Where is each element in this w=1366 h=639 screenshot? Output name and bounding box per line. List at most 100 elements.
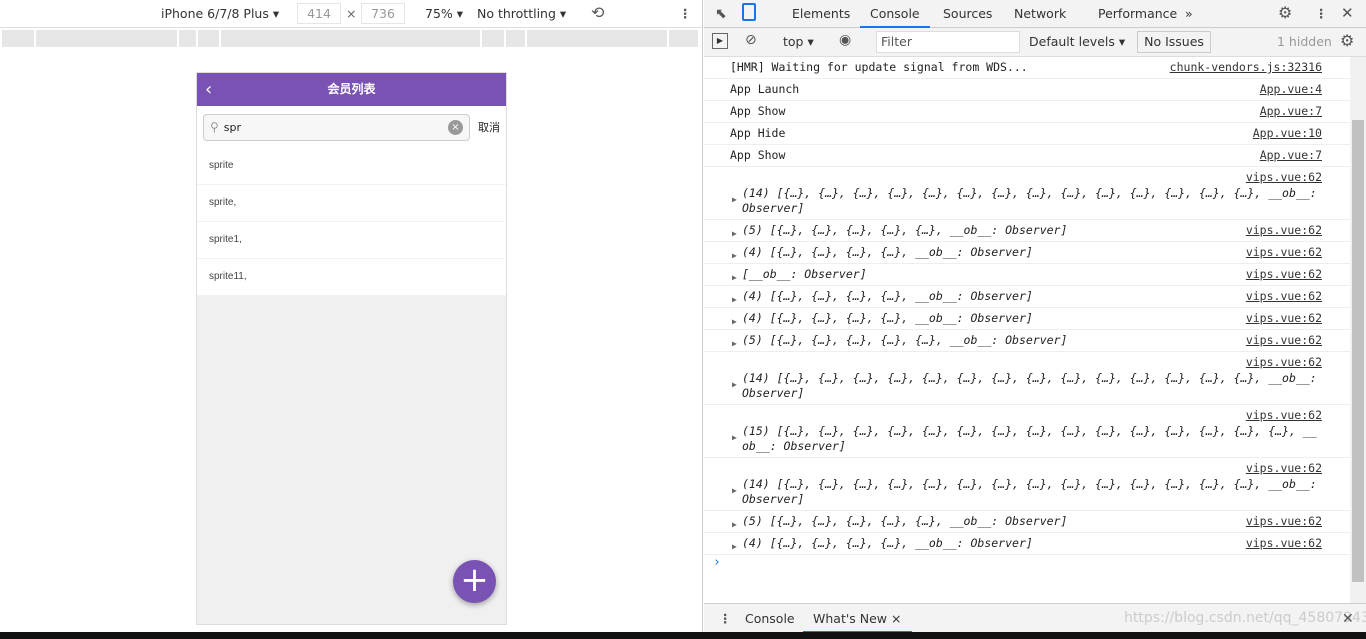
media-query-bar[interactable]: [2, 30, 698, 47]
console-message-text[interactable]: (4) [{…}, {…}, {…}, {…}, __ob__: Observe…: [742, 311, 1322, 326]
height-input[interactable]: 736: [361, 3, 405, 24]
source-link[interactable]: App.vue:7: [1260, 104, 1322, 119]
customize-menu-icon[interactable]: ⋮: [1315, 6, 1328, 21]
rotate-icon[interactable]: ⟲: [591, 3, 604, 22]
source-link[interactable]: vips.vue:62: [1246, 245, 1322, 260]
tab-elements[interactable]: Elements: [792, 6, 850, 21]
console-message: [HMR] Waiting for update signal from WDS…: [704, 57, 1350, 79]
close-drawer-icon[interactable]: ✕: [1342, 611, 1354, 627]
scrollbar-thumb[interactable]: [1352, 120, 1364, 582]
source-link[interactable]: vips.vue:62: [1246, 333, 1322, 348]
console-settings-icon[interactable]: ⚙: [1340, 31, 1354, 50]
source-link[interactable]: vips.vue:62: [1246, 461, 1322, 476]
source-link[interactable]: App.vue:10: [1253, 126, 1322, 141]
expand-triangle-icon[interactable]: ▶: [732, 430, 737, 445]
console-message-text[interactable]: (5) [{…}, {…}, {…}, {…}, {…}, __ob__: Ob…: [742, 514, 1322, 529]
drawer-tab-console[interactable]: Console: [745, 611, 795, 626]
source-link[interactable]: vips.vue:62: [1246, 408, 1322, 423]
source-link[interactable]: vips.vue:62: [1246, 536, 1322, 551]
console-message-text[interactable]: [__ob__: Observer]: [742, 267, 1322, 282]
expand-triangle-icon[interactable]: ▶: [732, 292, 737, 307]
source-link[interactable]: vips.vue:62: [1246, 267, 1322, 282]
source-link[interactable]: vips.vue:62: [1246, 514, 1322, 529]
live-expression-eye-icon[interactable]: ◉: [839, 32, 851, 48]
device-toggle-icon[interactable]: [742, 3, 756, 21]
close-devtools-icon[interactable]: ✕: [1341, 4, 1354, 22]
sidebar-toggle-icon[interactable]: ▶: [712, 33, 728, 49]
expand-triangle-icon[interactable]: ▶: [732, 539, 737, 554]
tab-network[interactable]: Network: [1014, 6, 1066, 21]
console-scrollbar[interactable]: [1350, 57, 1366, 603]
console-message: App Show App.vue:7: [704, 101, 1350, 123]
expand-triangle-icon[interactable]: ▶: [732, 483, 737, 498]
source-link[interactable]: chunk-vendors.js:32316: [1170, 60, 1322, 75]
console-prompt[interactable]: ›: [704, 555, 1350, 570]
console-message-text: App Show: [730, 148, 786, 162]
expand-triangle-icon[interactable]: ▶: [732, 192, 737, 207]
console-message: ▶ (14) [{…}, {…}, {…}, {…}, {…}, {…}, {…}…: [704, 167, 1350, 220]
device-name: iPhone 6/7/8 Plus: [161, 6, 269, 21]
list-item[interactable]: sprite: [197, 148, 506, 185]
more-tabs-icon[interactable]: »: [1185, 6, 1193, 21]
zoom-select[interactable]: 75% ▾: [425, 6, 463, 21]
expand-triangle-icon[interactable]: ▶: [732, 377, 737, 392]
hidden-count: 1 hidden: [1277, 34, 1332, 49]
list-item[interactable]: sprite1,: [197, 222, 506, 259]
console-message-text[interactable]: (14) [{…}, {…}, {…}, {…}, {…}, {…}, {…},…: [742, 477, 1322, 507]
close-tab-icon[interactable]: ×: [891, 611, 901, 626]
width-input[interactable]: 414: [297, 3, 341, 24]
add-button[interactable]: +: [453, 560, 496, 603]
source-link[interactable]: vips.vue:62: [1246, 170, 1322, 185]
console-message: ▶ (15) [{…}, {…}, {…}, {…}, {…}, {…}, {…}…: [704, 405, 1350, 458]
console-message-text[interactable]: (4) [{…}, {…}, {…}, {…}, __ob__: Observe…: [742, 245, 1322, 260]
throttling-select[interactable]: No throttling ▾: [477, 6, 566, 21]
console-message: ▶ (4) [{…}, {…}, {…}, {…}, __ob__: Observ…: [704, 242, 1350, 264]
settings-icon[interactable]: ⚙: [1278, 3, 1292, 22]
source-link[interactable]: App.vue:4: [1260, 82, 1322, 97]
clear-console-icon[interactable]: ⊘: [745, 32, 757, 48]
console-message-text[interactable]: (4) [{…}, {…}, {…}, {…}, __ob__: Observe…: [742, 289, 1322, 304]
source-link[interactable]: vips.vue:62: [1246, 289, 1322, 304]
console-message: ▶ (5) [{…}, {…}, {…}, {…}, {…}, __ob__: O…: [704, 511, 1350, 533]
log-levels-select[interactable]: Default levels ▾: [1029, 34, 1125, 49]
drawer-tabbar: ⋮ Console What's New × https://blog.csdn…: [704, 603, 1366, 633]
console-message: ▶ (14) [{…}, {…}, {…}, {…}, {…}, {…}, {…}…: [704, 352, 1350, 405]
console-message-text[interactable]: (4) [{…}, {…}, {…}, {…}, __ob__: Observe…: [742, 536, 1322, 551]
console-message-text[interactable]: (5) [{…}, {…}, {…}, {…}, {…}, __ob__: Ob…: [742, 333, 1322, 348]
expand-triangle-icon[interactable]: ▶: [732, 314, 737, 329]
source-link[interactable]: vips.vue:62: [1246, 355, 1322, 370]
console-message-text: App Hide: [730, 126, 786, 140]
console-message-text[interactable]: (5) [{…}, {…}, {…}, {…}, {…}, __ob__: Ob…: [742, 223, 1322, 238]
context-select[interactable]: top ▾: [783, 34, 814, 49]
tab-sources[interactable]: Sources: [943, 6, 992, 21]
console-message-text[interactable]: (15) [{…}, {…}, {…}, {…}, {…}, {…}, {…},…: [742, 424, 1322, 454]
device-select[interactable]: iPhone 6/7/8 Plus ▾: [161, 6, 279, 21]
source-link[interactable]: vips.vue:62: [1246, 223, 1322, 238]
list-item[interactable]: sprite,: [197, 185, 506, 222]
source-link[interactable]: vips.vue:62: [1246, 311, 1322, 326]
inspect-element-icon[interactable]: ⬉: [715, 6, 727, 22]
expand-triangle-icon[interactable]: ▶: [732, 248, 737, 263]
taskbar-strip: [0, 632, 1366, 639]
more-options-icon[interactable]: ⋮: [679, 6, 692, 21]
tab-console[interactable]: Console: [860, 6, 930, 28]
expand-triangle-icon[interactable]: ▶: [732, 336, 737, 351]
clear-icon[interactable]: ×: [448, 119, 463, 135]
cancel-button[interactable]: 取消: [478, 119, 500, 135]
tab-performance[interactable]: Performance: [1098, 6, 1177, 21]
expand-triangle-icon[interactable]: ▶: [732, 517, 737, 532]
source-link[interactable]: App.vue:7: [1260, 148, 1322, 163]
list-item[interactable]: sprite11,: [197, 259, 506, 296]
issues-button[interactable]: No Issues: [1137, 31, 1211, 53]
console-message: ▶ (14) [{…}, {…}, {…}, {…}, {…}, {…}, {…}…: [704, 458, 1350, 511]
drawer-tab-whats-new[interactable]: What's New ×: [803, 611, 912, 633]
back-icon[interactable]: ‹: [205, 73, 212, 106]
filter-input[interactable]: Filter: [876, 31, 1020, 53]
drawer-menu-icon[interactable]: ⋮: [719, 611, 732, 626]
console-message-text[interactable]: (14) [{…}, {…}, {…}, {…}, {…}, {…}, {…},…: [742, 186, 1322, 216]
expand-triangle-icon[interactable]: ▶: [732, 270, 737, 285]
search-input[interactable]: ⚲ spr ×: [203, 113, 470, 141]
device-toolbar: iPhone 6/7/8 Plus ▾ 414 × 736 75% ▾ No t…: [0, 0, 702, 28]
console-message-text[interactable]: (14) [{…}, {…}, {…}, {…}, {…}, {…}, {…},…: [742, 371, 1322, 401]
expand-triangle-icon[interactable]: ▶: [732, 226, 737, 241]
